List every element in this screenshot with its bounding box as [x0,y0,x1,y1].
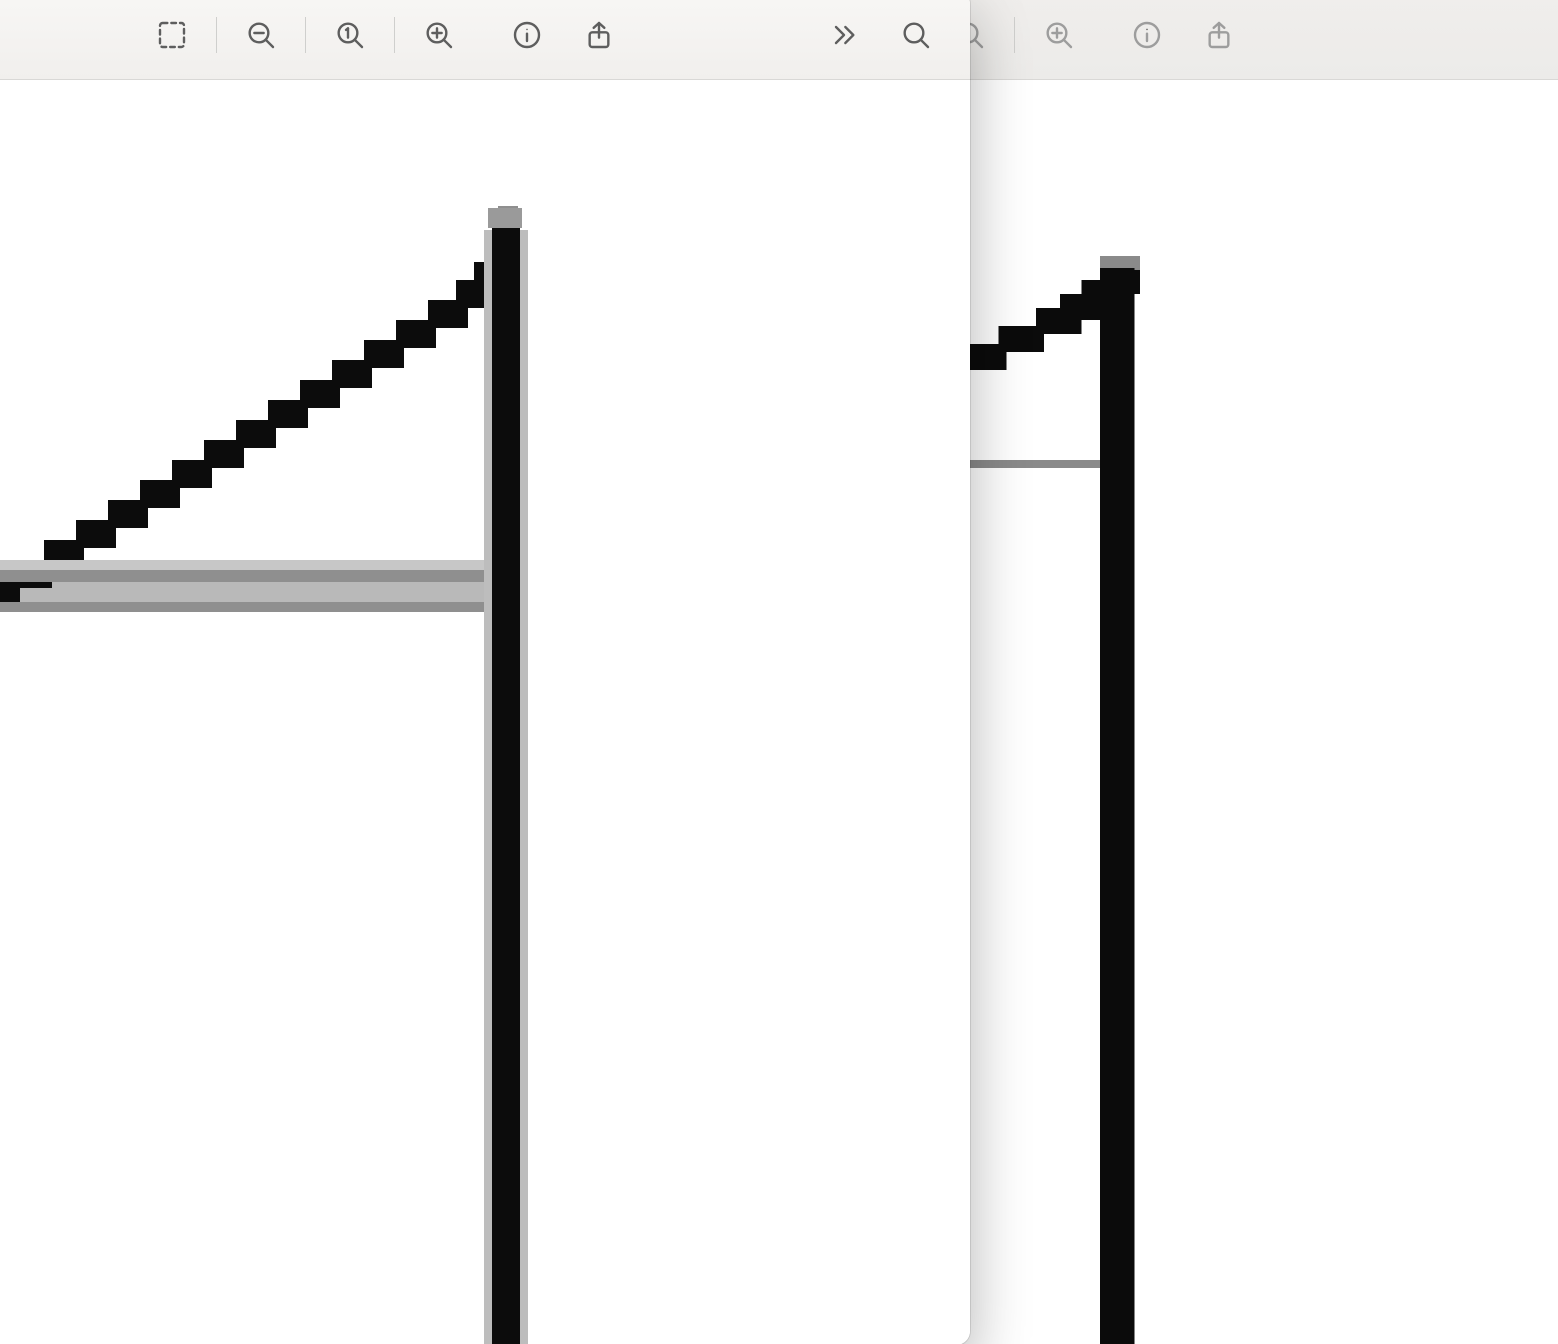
info-icon[interactable] [1115,5,1179,65]
preview-window-front[interactable] [0,0,970,1344]
image-canvas[interactable] [0,80,970,1344]
toolbar-divider [305,17,306,53]
zoom-actual-icon[interactable] [318,5,382,65]
toolbar [0,0,970,80]
share-icon[interactable] [567,5,631,65]
desktop [0,0,1558,1344]
zoom-in-icon[interactable] [1027,5,1091,65]
toolbar-divider [1014,17,1015,53]
toolbar-divider [216,17,217,53]
selection-rectangle-icon[interactable] [140,5,204,65]
zoom-out-icon[interactable] [229,5,293,65]
search-icon[interactable] [884,5,948,65]
info-icon[interactable] [495,5,559,65]
chevron-double-right-icon[interactable] [812,5,876,65]
share-icon[interactable] [1187,5,1251,65]
zoom-in-icon[interactable] [407,5,471,65]
zoomed-image-content [0,80,970,1344]
toolbar-divider [394,17,395,53]
